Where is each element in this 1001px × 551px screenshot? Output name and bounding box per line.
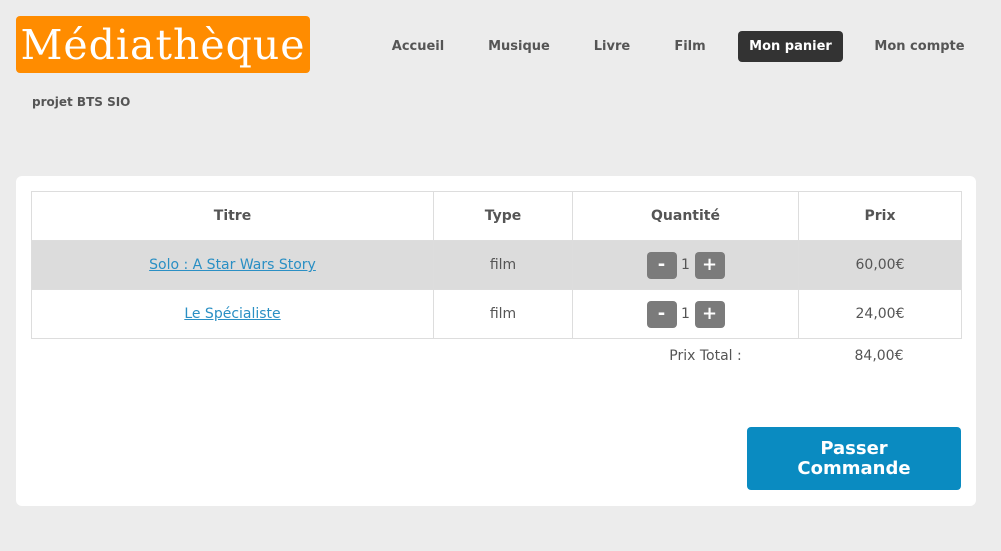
total-label: Prix Total : xyxy=(669,348,742,364)
table-row: Solo : A Star Wars Story film - 1 + 60,0… xyxy=(31,240,962,290)
nav-item-accueil[interactable]: Accueil xyxy=(384,31,452,62)
cart-panel: Titre Type Quantité Prix Solo : A Star W… xyxy=(16,176,976,506)
column-header-type: Type xyxy=(433,191,573,241)
site-tagline: projet BTS SIO xyxy=(32,95,131,109)
cart-header-row: Titre Type Quantité Prix xyxy=(31,191,962,241)
quantity-value: 1 xyxy=(681,306,690,322)
cell-title: Le Spécialiste xyxy=(31,289,434,339)
cell-price: 24,00€ xyxy=(798,289,962,339)
cell-type: film xyxy=(433,240,573,290)
quantity-stepper: - 1 + xyxy=(646,251,725,279)
item-title-link[interactable]: Solo : A Star Wars Story xyxy=(149,257,316,273)
decrement-button[interactable]: - xyxy=(646,251,677,279)
column-header-prix: Prix xyxy=(798,191,962,241)
main-nav: Accueil Musique Livre Film Mon panier Mo… xyxy=(0,31,1001,62)
quantity-stepper: - 1 + xyxy=(646,300,725,328)
increment-button[interactable]: + xyxy=(694,251,725,279)
nav-item-mon-compte[interactable]: Mon compte xyxy=(869,31,970,62)
nav-item-mon-panier[interactable]: Mon panier xyxy=(738,31,843,62)
quantity-value: 1 xyxy=(681,257,690,273)
table-row: Le Spécialiste film - 1 + 24,00€ xyxy=(31,289,962,339)
cell-quantity: - 1 + xyxy=(572,240,799,290)
nav-item-musique[interactable]: Musique xyxy=(482,31,556,62)
passer-commande-button[interactable]: Passer Commande xyxy=(747,427,961,490)
cell-price: 60,00€ xyxy=(798,240,962,290)
nav-item-film[interactable]: Film xyxy=(667,31,713,62)
nav-item-livre[interactable]: Livre xyxy=(586,31,638,62)
cell-type: film xyxy=(433,289,573,339)
total-value: 84,00€ xyxy=(854,348,904,364)
cell-quantity: - 1 + xyxy=(572,289,799,339)
decrement-button[interactable]: - xyxy=(646,300,677,328)
column-header-quantite: Quantité xyxy=(572,191,799,241)
cell-title: Solo : A Star Wars Story xyxy=(31,240,434,290)
item-title-link[interactable]: Le Spécialiste xyxy=(184,306,280,322)
column-header-titre: Titre xyxy=(31,191,434,241)
increment-button[interactable]: + xyxy=(694,300,725,328)
cart-table: Titre Type Quantité Prix Solo : A Star W… xyxy=(31,191,962,339)
